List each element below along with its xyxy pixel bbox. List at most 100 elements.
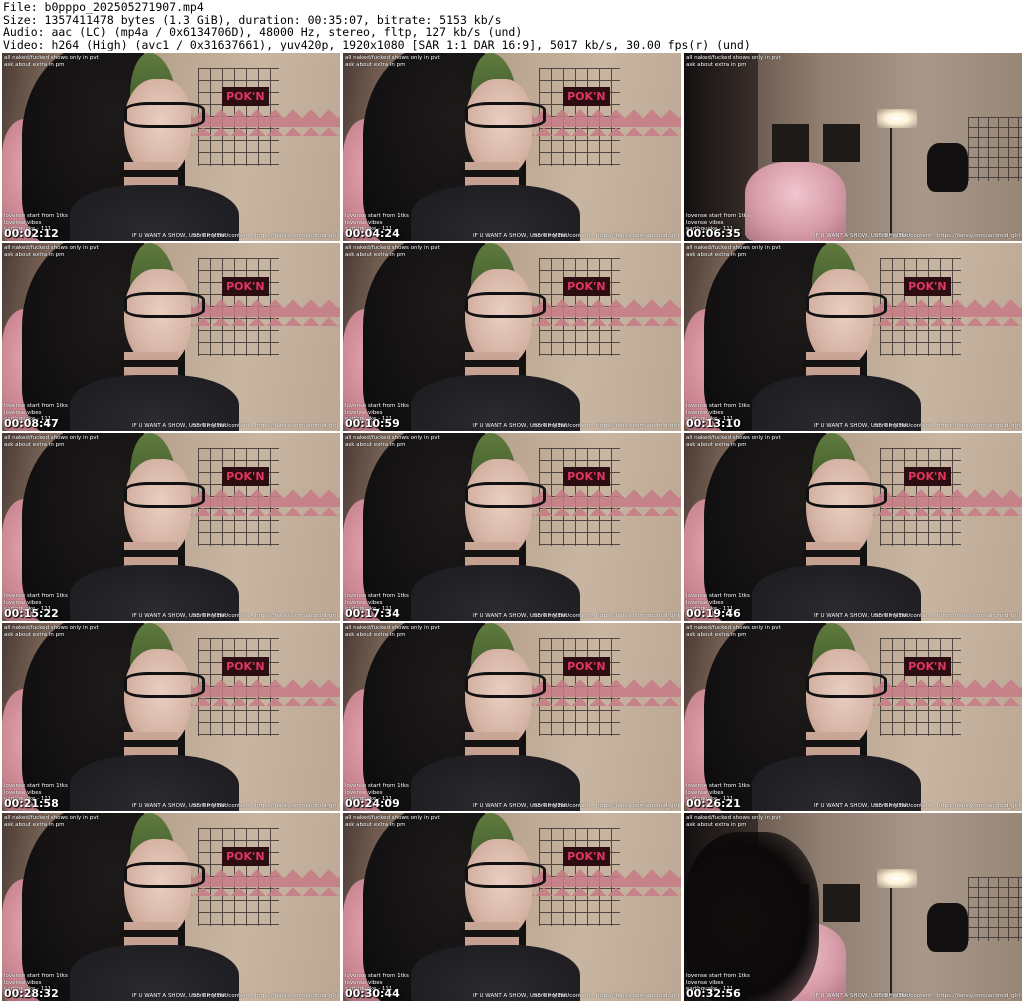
overlay-line: ask about extra in pm (4, 821, 65, 828)
overlay-line: ask about extra in pm (686, 631, 747, 638)
stream-overlay-link: more my hot content - https://fansly.com… (532, 802, 679, 809)
stream-overlay-top: all naked/fucked shows only in pvt ask ab… (345, 245, 440, 258)
stream-overlay-top: all naked/fucked shows only in pvt ask ab… (4, 625, 99, 638)
video-thumbnail: POK'N all naked/fucked shows only in pvt a… (343, 813, 681, 1001)
thumbnail-timestamp: 00:13:10 (686, 417, 741, 430)
stream-overlay-top: all naked/fucked shows only in pvt ask ab… (345, 435, 440, 448)
overlay-line: all naked/fucked shows only in pvt (345, 815, 440, 821)
video-thumbnail: POK'N all naked/fucked shows only in pvt a… (684, 243, 1022, 431)
stream-overlay-link: more my hot content - https://fansly.com… (191, 802, 338, 809)
stream-overlay-top: all naked/fucked shows only in pvt ask ab… (686, 815, 781, 828)
thumbnail-timestamp: 00:15:22 (4, 607, 59, 620)
overlay-line: all naked/fucked shows only in pvt (4, 245, 99, 251)
file-info-header: File: b0pppo_202505271907.mp4 Size: 1357… (3, 1, 1021, 51)
stream-overlay-link: more my hot content - https://fansly.com… (873, 422, 1020, 429)
neon-sign: POK'N (562, 656, 610, 676)
glasses-icon (805, 481, 887, 509)
overlay-line: lovense start from 1tks (4, 403, 68, 409)
neon-sign: POK'N (221, 86, 269, 106)
overlay-line: all naked/fucked shows only in pvt (345, 435, 440, 441)
neon-sign: POK'N (903, 466, 951, 486)
thumbnail-timestamp: 00:04:24 (345, 227, 400, 240)
thumbnail-grid: POK'N all naked/fucked shows only in pvt a… (2, 53, 1022, 1003)
file-line: File: b0pppo_202505271907.mp4 (3, 1, 204, 14)
overlay-line: lovense start from 1tks (686, 783, 750, 789)
neon-sign: POK'N (221, 846, 269, 866)
neon-sign: POK'N (221, 656, 269, 676)
glasses-icon (464, 861, 546, 889)
thumbnail-timestamp: 00:19:46 (686, 607, 741, 620)
stream-overlay-top: all naked/fucked shows only in pvt ask ab… (686, 435, 781, 448)
overlay-line: all naked/fucked shows only in pvt (686, 245, 781, 251)
thumbnail-timestamp: 00:28:32 (4, 987, 59, 1000)
glasses-icon (464, 671, 546, 699)
thumbnail-timestamp: 00:26:21 (686, 797, 741, 810)
overlay-line: ask about extra in pm (345, 631, 406, 638)
overlay-line: ask about extra in pm (345, 251, 406, 258)
video-thumbnail: all naked/fucked shows only in pvt ask ab… (684, 53, 1022, 241)
stream-overlay-link: more my hot content - https://fansly.com… (873, 612, 1020, 619)
overlay-line: all naked/fucked shows only in pvt (4, 815, 99, 821)
overlay-line: ask about extra in pm (686, 441, 747, 448)
overlay-line: lovense start from 1tks (345, 593, 409, 599)
thumbnail-timestamp: 00:32:56 (686, 987, 741, 1000)
stream-overlay-link: more my hot content - https://fansly.com… (532, 422, 679, 429)
neon-sign: POK'N (562, 846, 610, 866)
video-thumbnail: POK'N all naked/fucked shows only in pvt a… (343, 243, 681, 431)
overlay-line: lovense start from 1tks (4, 593, 68, 599)
overlay-line: lovense start from 1tks (686, 403, 750, 409)
stream-overlay-link: more my hot content - https://fansly.com… (191, 422, 338, 429)
stream-overlay-link: more my hot content - https://fansly.com… (873, 232, 1020, 239)
stream-overlay-top: all naked/fucked shows only in pvt ask ab… (686, 625, 781, 638)
overlay-line: lovense start from 1tks (345, 973, 409, 979)
glasses-icon (123, 861, 205, 889)
overlay-line: ask about extra in pm (686, 251, 747, 258)
thumbnail-timestamp: 00:24:09 (345, 797, 400, 810)
stream-overlay-top: all naked/fucked shows only in pvt ask ab… (4, 245, 99, 258)
stream-overlay-top: all naked/fucked shows only in pvt ask ab… (4, 815, 99, 828)
glasses-icon (805, 291, 887, 319)
overlay-line: ask about extra in pm (4, 251, 65, 258)
video-thumbnail: POK'N all naked/fucked shows only in pvt a… (2, 433, 340, 621)
neon-sign: POK'N (562, 86, 610, 106)
overlay-line: lovense start from 1tks (686, 213, 750, 219)
thumbnail-timestamp: 00:08:47 (4, 417, 59, 430)
glasses-icon (464, 101, 546, 129)
neon-sign: POK'N (221, 466, 269, 486)
neon-sign: POK'N (562, 276, 610, 296)
stream-overlay-link: more my hot content - https://fansly.com… (191, 232, 338, 239)
video-thumbnail: POK'N all naked/fucked shows only in pvt a… (2, 53, 340, 241)
glasses-icon (805, 671, 887, 699)
stream-overlay-link: more my hot content - https://fansly.com… (873, 802, 1020, 809)
overlay-line: lovense start from 1tks (686, 593, 750, 599)
video-thumbnail: POK'N all naked/fucked shows only in pvt a… (684, 623, 1022, 811)
overlay-line: all naked/fucked shows only in pvt (345, 625, 440, 631)
overlay-line: ask about extra in pm (686, 61, 747, 68)
video-thumbnail: POK'N all naked/fucked shows only in pvt a… (343, 433, 681, 621)
neon-sign: POK'N (903, 656, 951, 676)
video-thumbnail: POK'N all naked/fucked shows only in pvt a… (343, 623, 681, 811)
video-thumbnail: POK'N all naked/fucked shows only in pvt a… (684, 433, 1022, 621)
overlay-line: all naked/fucked shows only in pvt (345, 55, 440, 61)
stream-overlay-top: all naked/fucked shows only in pvt ask ab… (686, 245, 781, 258)
thumbnail-timestamp: 00:30:44 (345, 987, 400, 1000)
overlay-line: ask about extra in pm (345, 821, 406, 828)
thumbnail-timestamp: 00:02:12 (4, 227, 59, 240)
audio-line: Audio: aac (LC) (mp4a / 0x6134706D), 480… (3, 25, 523, 39)
neon-sign: POK'N (903, 276, 951, 296)
video-line: Video: h264 (High) (avc1 / 0x31637661), … (3, 37, 751, 51)
overlay-line: all naked/fucked shows only in pvt (686, 815, 781, 821)
overlay-line: all naked/fucked shows only in pvt (4, 55, 99, 61)
overlay-line: ask about extra in pm (4, 631, 65, 638)
stream-overlay-top: all naked/fucked shows only in pvt ask ab… (686, 55, 781, 68)
overlay-line: lovense start from 1tks (686, 973, 750, 979)
stream-overlay-link: more my hot content - https://fansly.com… (532, 232, 679, 239)
glasses-icon (123, 101, 205, 129)
glasses-icon (123, 481, 205, 509)
overlay-line: all naked/fucked shows only in pvt (4, 625, 99, 631)
stream-overlay-top: all naked/fucked shows only in pvt ask ab… (4, 435, 99, 448)
overlay-line: lovense start from 1tks (345, 783, 409, 789)
overlay-line: lovense start from 1tks (4, 783, 68, 789)
neon-sign: POK'N (562, 466, 610, 486)
stream-overlay-link: more my hot content - https://fansly.com… (532, 612, 679, 619)
